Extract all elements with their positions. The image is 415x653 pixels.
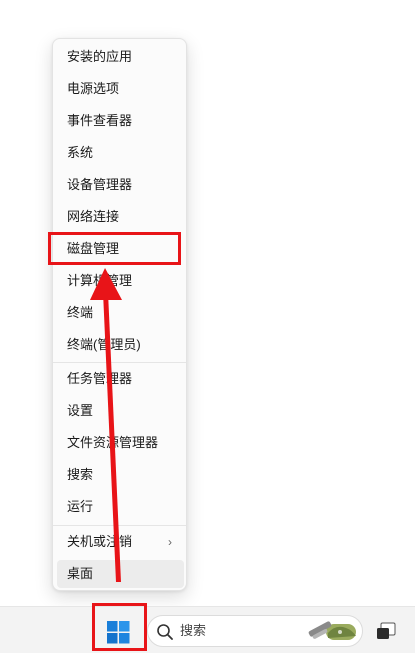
- menu-item-device-manager[interactable]: 设备管理器: [57, 171, 184, 199]
- menu-item-file-explorer[interactable]: 文件资源管理器: [57, 429, 184, 457]
- start-context-menu: 安装的应用 电源选项 事件查看器 系统 设备管理器 网络连接 磁盘管理 计算机管…: [52, 38, 187, 591]
- menu-item-run[interactable]: 运行: [57, 493, 184, 521]
- desktop: 安装的应用 电源选项 事件查看器 系统 设备管理器 网络连接 磁盘管理 计算机管…: [0, 0, 415, 653]
- menu-item-installed-apps[interactable]: 安装的应用: [57, 43, 184, 71]
- annotation-start-highlight-box: [92, 603, 147, 651]
- menu-item-event-viewer[interactable]: 事件查看器: [57, 107, 184, 135]
- search-placeholder: 搜索: [180, 623, 207, 638]
- chevron-right-icon: ›: [168, 535, 172, 549]
- menu-separator: [53, 362, 186, 363]
- menu-item-power-options[interactable]: 电源选项: [57, 75, 184, 103]
- menu-item-desktop[interactable]: 桌面: [57, 560, 184, 588]
- search-icon: [157, 624, 173, 640]
- menu-item-task-manager[interactable]: 任务管理器: [57, 365, 184, 393]
- menu-item-label: 关机或注销: [67, 534, 133, 549]
- menu-item-shutdown-signout[interactable]: 关机或注销 ›: [57, 528, 184, 556]
- task-view-icon: [377, 622, 396, 639]
- search-highlight-icon: [308, 621, 356, 640]
- taskbar: 搜索: [0, 606, 415, 653]
- menu-item-search[interactable]: 搜索: [57, 461, 184, 489]
- menu-item-terminal-admin[interactable]: 终端(管理员): [57, 331, 184, 359]
- menu-item-network-connections[interactable]: 网络连接: [57, 203, 184, 231]
- menu-item-computer-management[interactable]: 计算机管理: [57, 267, 184, 295]
- menu-separator: [53, 525, 186, 526]
- annotation-highlight-box: [48, 232, 181, 265]
- menu-item-system[interactable]: 系统: [57, 139, 184, 167]
- menu-item-terminal[interactable]: 终端: [57, 299, 184, 327]
- menu-item-settings[interactable]: 设置: [57, 397, 184, 425]
- taskbar-search-box[interactable]: 搜索: [147, 615, 363, 647]
- task-view-button[interactable]: [375, 620, 397, 642]
